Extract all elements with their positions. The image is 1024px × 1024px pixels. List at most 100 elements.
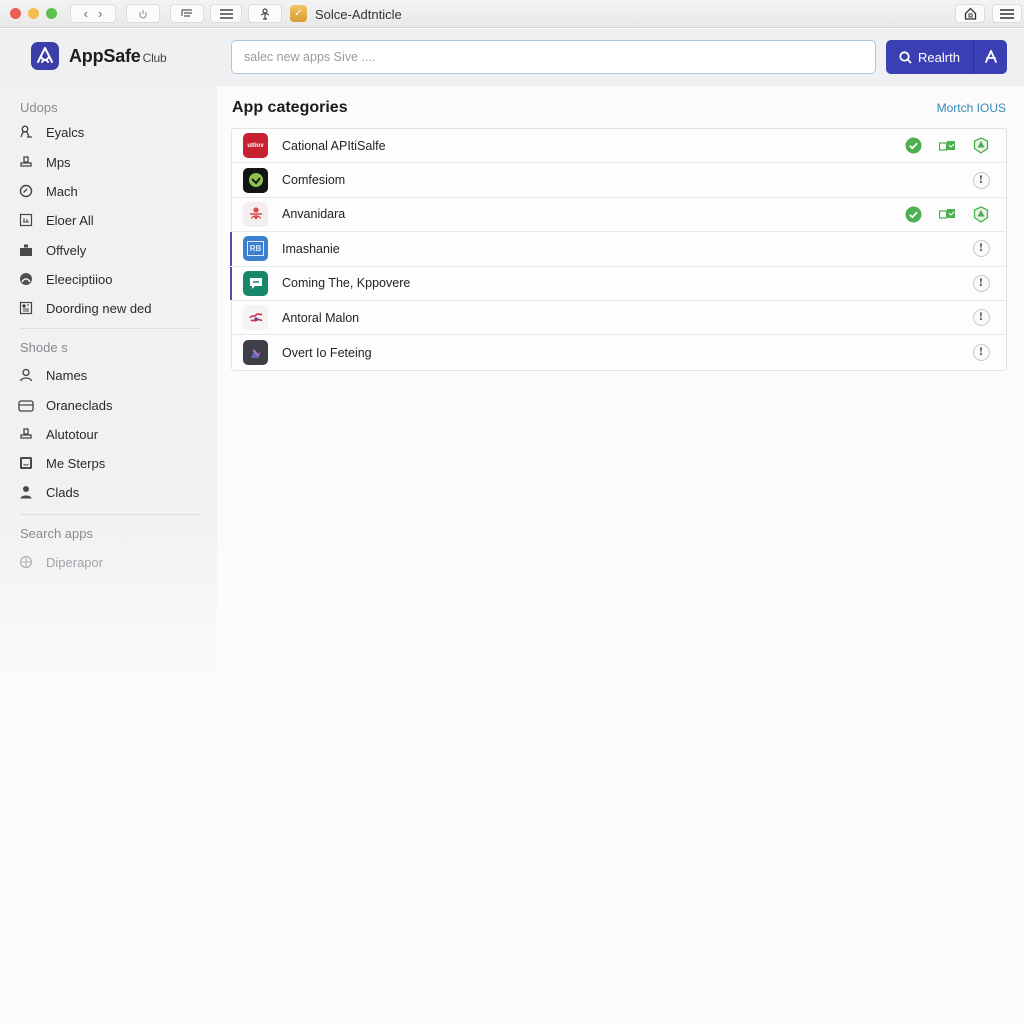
account-button[interactable] xyxy=(974,40,1007,74)
sidebar-divider xyxy=(20,328,200,329)
more-menu-button[interactable] xyxy=(992,4,1022,23)
sidebar-item-mps[interactable]: Mps xyxy=(18,152,71,172)
home-button[interactable] xyxy=(955,4,985,23)
tab-title[interactable]: Solce-Adtnticle xyxy=(315,7,402,22)
app-row[interactable]: Coming The, Kppovere ! xyxy=(230,266,1006,301)
device-toggle-icon[interactable] xyxy=(938,137,956,155)
sidebar-item-oraneclads[interactable]: Oraneclads xyxy=(18,395,112,415)
sidebar-item-eyalcs[interactable]: Eyalcs xyxy=(18,122,84,142)
shield-tree-icon[interactable] xyxy=(972,137,990,155)
minimize-window-button[interactable] xyxy=(28,8,39,19)
extension-button[interactable] xyxy=(248,4,282,23)
app-header: AppSafeClub Realrth xyxy=(0,29,1024,86)
window-controls xyxy=(10,8,57,19)
app-name: Anvanidara xyxy=(282,207,346,222)
info-icon[interactable]: ! xyxy=(972,344,990,362)
account-glyph-icon xyxy=(984,50,997,63)
sidebar-item-eleeciptiioo[interactable]: Eleeciptiioo xyxy=(18,269,113,289)
row-actions xyxy=(904,129,990,162)
back-button[interactable]: ‹ xyxy=(84,6,88,21)
info-icon[interactable]: ! xyxy=(972,240,990,258)
app-row[interactable]: Overt Io Feteing ! xyxy=(232,335,1006,369)
sidebar-item-label: Diperapor xyxy=(46,554,104,570)
app-name: Coming The, Kppovere xyxy=(282,276,411,291)
window-titlebar: ‹ › ✓ Solce-Adtnticle xyxy=(0,0,1024,28)
hamburger-icon xyxy=(219,8,233,19)
app-row[interactable]: Anvanidara xyxy=(232,198,1006,233)
sidebar-item-mach[interactable]: Mach xyxy=(18,181,78,201)
verified-check-icon[interactable] xyxy=(904,137,922,155)
app-icon-green-leaf-icon xyxy=(243,167,268,193)
share-button[interactable] xyxy=(126,4,160,23)
sidebar-item-label: Mach xyxy=(46,183,78,199)
tree-view-button[interactable] xyxy=(170,4,204,23)
chart-box-icon xyxy=(18,212,34,228)
info-icon[interactable]: ! xyxy=(972,274,990,292)
sidebar-item-me-sterps[interactable]: Me Sterps xyxy=(18,453,105,473)
sidebar-item-alutotour[interactable]: Alutotour xyxy=(18,424,98,444)
sidebar-item-offvely[interactable]: Offvely xyxy=(18,240,86,260)
match-ious-link[interactable]: Mortch IOUS xyxy=(937,101,1006,115)
sidebar-item-names[interactable]: Names xyxy=(18,365,87,385)
maximize-window-button[interactable] xyxy=(46,8,57,19)
sidebar-item-label: Eleeciptiioo xyxy=(46,271,113,287)
app-name: Cational APItiSalfe xyxy=(282,138,386,153)
app-name: Imashanie xyxy=(282,241,340,256)
verified-check-icon[interactable] xyxy=(904,205,922,223)
close-window-button[interactable] xyxy=(10,8,21,19)
user-filled-icon xyxy=(18,484,34,500)
logo-suffix: Club xyxy=(142,51,167,65)
search-icon xyxy=(899,50,912,64)
app-icon-coral-icon xyxy=(243,305,268,331)
sidebar-item-label: Alutotour xyxy=(46,426,99,442)
shield-tree-icon[interactable] xyxy=(972,205,990,223)
face-frame-icon xyxy=(18,455,34,471)
sidebar-item-label: Mps xyxy=(46,154,71,170)
sidebar-item-eloer-all[interactable]: Eloer All xyxy=(18,210,94,230)
row-actions xyxy=(904,198,990,231)
sidebar-item-label: Eloer All xyxy=(46,212,94,228)
app-icon-blue-grid-icon: RB xyxy=(243,236,268,262)
appsafe-logo-icon xyxy=(31,42,59,70)
sidebar-item-label: Clads xyxy=(46,484,80,500)
list-tree-icon xyxy=(181,8,192,17)
sidebar-section-title: Shode s xyxy=(20,340,68,355)
share-icon xyxy=(139,9,147,18)
sidebar-item-label: Me Sterps xyxy=(46,455,106,471)
search-input[interactable] xyxy=(231,40,876,74)
person-icon xyxy=(18,367,34,383)
app-name: Antoral Malon xyxy=(282,310,360,325)
forward-button[interactable]: › xyxy=(98,6,102,21)
sidebar-item-label: Eyalcs xyxy=(46,124,85,140)
sidebar-item-label: Oraneclads xyxy=(46,397,113,413)
sidebar-item-clads[interactable]: Clads xyxy=(18,482,79,502)
sidebar-item-doording[interactable]: Doording new ded xyxy=(18,298,152,318)
sidebar-divider xyxy=(20,514,200,515)
info-icon[interactable]: ! xyxy=(972,171,990,189)
row-actions: ! xyxy=(972,163,990,196)
search-button[interactable]: Realrth xyxy=(886,40,974,74)
clock-icon xyxy=(18,183,34,199)
info-icon[interactable]: ! xyxy=(972,309,990,327)
puzzle-person-icon xyxy=(260,7,270,20)
menu-button[interactable] xyxy=(210,4,242,23)
app-row[interactable]: uttiov Cational APItiSalfe xyxy=(232,129,1006,164)
stamp-icon xyxy=(18,154,34,170)
row-actions: ! xyxy=(972,335,990,369)
row-actions: ! xyxy=(972,232,990,265)
gift-box-icon xyxy=(18,242,34,258)
tab-favicon-icon: ✓ xyxy=(290,5,307,22)
sidebar-item-diperapor[interactable]: Diperapor xyxy=(18,552,103,572)
device-toggle-icon[interactable] xyxy=(938,205,956,223)
sidebar-section-title[interactable]: Search apps xyxy=(20,526,93,541)
app-row[interactable]: Antoral Malon ! xyxy=(232,301,1006,336)
search-button-group: Realrth xyxy=(886,40,1007,74)
app-icon-red-badge-icon: uttiov xyxy=(243,133,268,159)
sidebar-item-label: Doording new ded xyxy=(46,300,152,316)
app-name: Comfesiom xyxy=(282,173,346,188)
sidebar-item-label: Offvely xyxy=(46,242,87,258)
app-row[interactable]: RB Imashanie ! xyxy=(230,232,1006,267)
logo-text[interactable]: AppSafe Club xyxy=(69,46,167,67)
row-actions: ! xyxy=(972,301,990,334)
app-row[interactable]: Comfesiom ! xyxy=(232,163,1006,198)
